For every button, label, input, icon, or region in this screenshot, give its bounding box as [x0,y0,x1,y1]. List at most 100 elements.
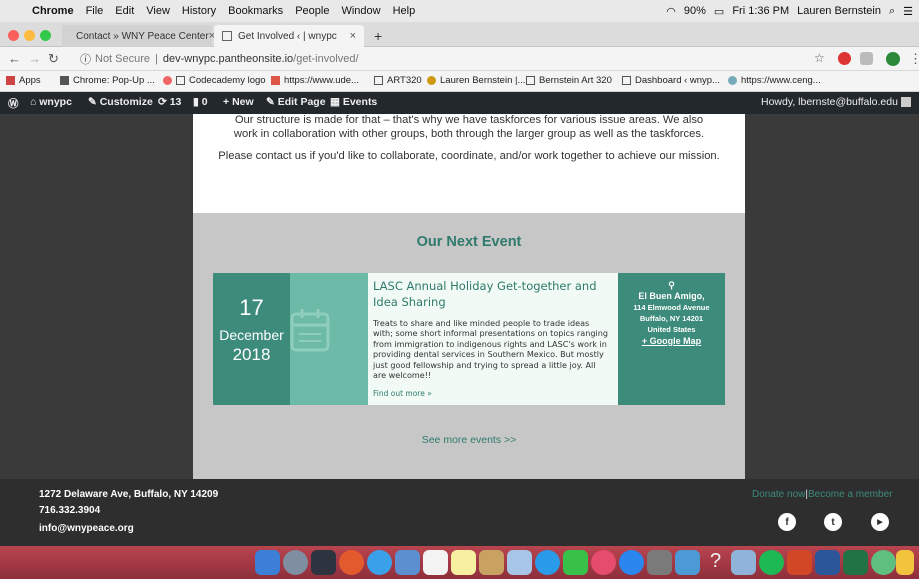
google-map-link[interactable]: + Google Map [642,336,701,346]
tab-contact[interactable]: Contact » WNY Peace Center × [62,25,215,47]
browser-menu-icon[interactable]: ⋮ [909,51,919,67]
codecademy-favicon-icon [163,76,172,85]
address-bar[interactable]: ⓘ Not Secure | dev-wnypc.pantheonsite.io… [80,50,800,68]
people-app-icon[interactable] [675,550,700,575]
mission-control-icon[interactable] [311,550,336,575]
battery-icon[interactable]: ▭ [714,5,724,18]
extension-icon[interactable] [860,52,873,65]
tab-close-icon[interactable]: × [350,30,356,42]
new-content-link[interactable]: + New [223,96,254,108]
bookmark-codecademy[interactable]: Codecademy logo [163,75,266,86]
facebook-icon[interactable]: f [778,513,796,531]
updates-link[interactable]: ⟳ 13 [158,96,181,108]
photos-icon[interactable] [395,550,420,575]
battery-percent[interactable]: 90% [684,5,706,17]
calendar-app-icon[interactable] [423,550,448,575]
wordpress-logo-icon[interactable]: Ⓦ [8,96,19,111]
adblock-extension-icon[interactable] [838,52,851,65]
bookmark-chrome-popup[interactable]: Chrome: Pop-Up ... [60,75,155,86]
atom-icon[interactable] [871,550,896,575]
bookmark-art320[interactable]: ART320 [374,75,422,86]
donate-now-link[interactable]: Donate now [752,489,805,500]
tab-get-involved[interactable]: Get Involved ‹ | wnypc × [214,25,364,47]
bookmark-ceng[interactable]: https://www.ceng... [728,75,821,86]
preview-icon[interactable] [507,550,532,575]
messages-icon[interactable] [535,550,560,575]
facetime-icon[interactable] [563,550,588,575]
launchpad-icon[interactable] [283,550,308,575]
site-name-link[interactable]: ⌂ wnypc [30,96,72,108]
comment-icon: ▮ [193,96,202,108]
see-more-events-link[interactable]: See more events >> [193,434,745,446]
bookmarks-bar: Apps Chrome: Pop-Up ... Codecademy logo … [0,71,919,92]
notes-icon[interactable] [451,550,476,575]
menu-view[interactable]: View [140,5,176,17]
itunes-icon[interactable] [591,550,616,575]
footer-address: 1272 Delaware Ave, Buffalo, NY 14209 [39,489,219,500]
word-icon[interactable] [815,550,840,575]
back-arrow-icon[interactable]: ← [8,51,21,66]
window-minimize-button[interactable] [24,30,35,41]
events-link[interactable]: ▦ Events [330,96,377,108]
next-event-heading: Our Next Event [416,234,522,250]
info-icon[interactable]: ⓘ [80,51,91,67]
bookmark-apps[interactable]: Apps [6,75,41,86]
chrome-icon[interactable] [339,550,364,575]
comments-link[interactable]: ▮ 0 [193,96,208,108]
new-label: New [232,96,254,108]
browser-tab-strip: Contact » WNY Peace Center × Get Involve… [0,22,919,47]
wifi-icon[interactable]: ◠ [666,5,676,18]
cyberduck-icon[interactable] [896,550,914,575]
forward-arrow-icon[interactable]: → [28,51,41,66]
event-month: December [219,327,284,343]
bookmark-bernstein-art320[interactable]: Bernstein Art 320 [526,75,612,86]
find-out-more-link[interactable]: Find out more » [373,389,432,398]
bookmark-udemy[interactable]: https://www.ude... [271,75,359,86]
system-preferences-icon[interactable] [647,550,672,575]
menu-history[interactable]: History [176,5,222,17]
menu-edit[interactable]: Edit [109,5,140,17]
notification-center-icon[interactable]: ☰ [903,5,913,18]
menu-bookmarks[interactable]: Bookmarks [222,5,289,17]
menu-chrome[interactable]: Chrome [26,5,80,17]
powerpoint-icon[interactable] [787,550,812,575]
event-venue: El Buen Amigo, [638,291,705,301]
excel-icon[interactable] [843,550,868,575]
star-bookmark-icon[interactable]: ☆ [814,51,825,65]
window-close-button[interactable] [8,30,19,41]
menubar-clock[interactable]: Fri 1:36 PM [732,5,789,17]
customize-link[interactable]: ✎ Customize [88,96,153,108]
site-name-label: wnypc [39,96,72,108]
help-icon[interactable]: ? [703,550,728,575]
menu-help[interactable]: Help [387,5,422,17]
event-title-link[interactable]: LASC Annual Holiday Get-together and Ide… [373,278,613,310]
menu-people[interactable]: People [289,5,335,17]
reload-icon[interactable]: ↻ [48,51,59,67]
bookmark-dashboard[interactable]: Dashboard ‹ wnyp... [622,75,720,86]
youtube-icon[interactable]: ▶ [871,513,889,531]
edit-page-label: Edit Page [277,96,326,108]
new-tab-button[interactable]: + [366,25,390,47]
app-store-icon[interactable] [619,550,644,575]
bookmark-lauren-bernstein[interactable]: Lauren Bernstein |... [427,75,525,86]
mac-dock: ? [0,546,919,579]
edit-page-link[interactable]: ✎ Edit Page [266,96,326,108]
event-date-block: 17 December 2018 [213,273,290,405]
finder-icon[interactable] [255,550,280,575]
spotlight-icon[interactable]: ⌕ [889,5,895,18]
comments-count: 0 [201,96,208,108]
footer-email[interactable]: info@wnypeace.org [39,523,134,534]
menu-window[interactable]: Window [335,5,386,17]
avatar [900,97,911,108]
become-member-link[interactable]: Become a member [808,489,892,500]
safari-icon[interactable] [367,550,392,575]
menu-file[interactable]: File [80,5,110,17]
twitter-icon[interactable]: t [824,513,842,531]
contacts-icon[interactable] [479,550,504,575]
menubar-user[interactable]: Lauren Bernstein [797,5,881,17]
spotify-icon[interactable] [759,550,784,575]
image-app-icon[interactable] [731,550,756,575]
profile-avatar[interactable] [886,52,900,66]
howdy-account-link[interactable]: Howdy, lbernste@buffalo.edu [761,96,911,108]
window-zoom-button[interactable] [40,30,51,41]
